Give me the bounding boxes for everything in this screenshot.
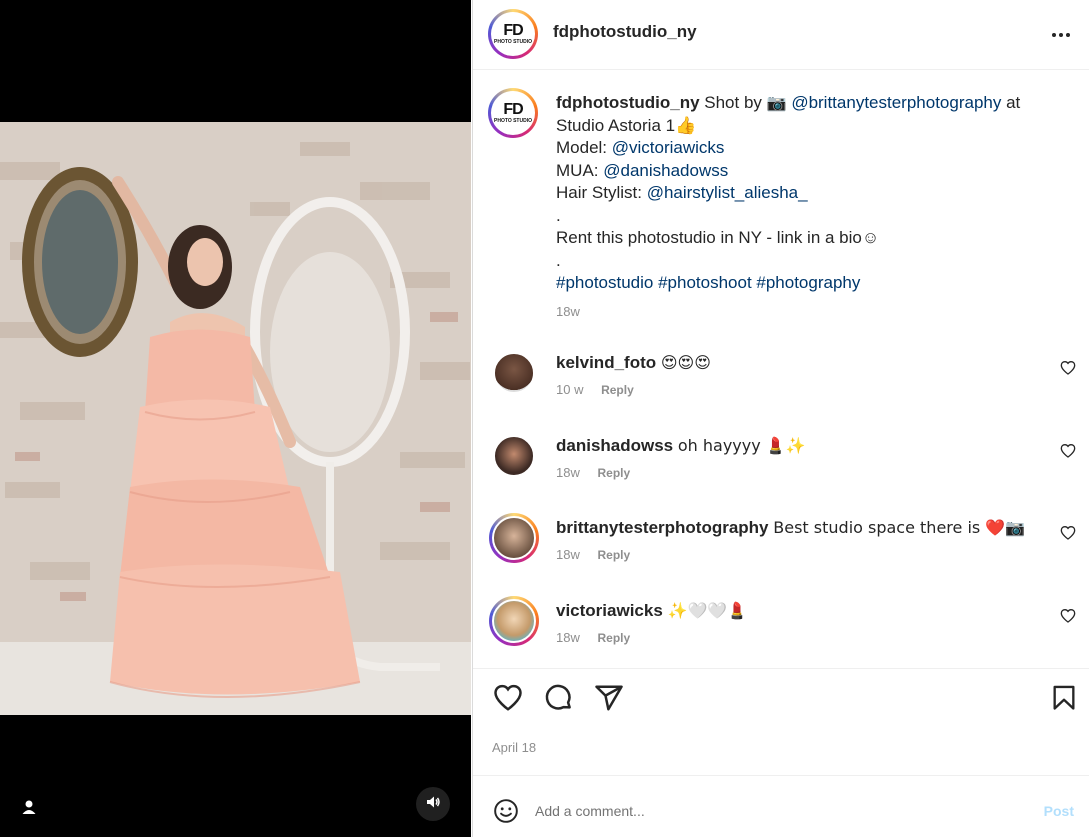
- comment-item: brittanytesterphotography Best studio sp…: [489, 513, 1078, 577]
- comment-timestamp[interactable]: 10 w: [556, 382, 583, 397]
- comment-meta: 10 w Reply: [556, 382, 634, 397]
- reply-button[interactable]: Reply: [601, 383, 634, 397]
- reply-button[interactable]: Reply: [597, 631, 630, 645]
- comment-username[interactable]: danishadowss: [556, 436, 673, 455]
- media-viewer[interactable]: [0, 0, 471, 837]
- comment-composer: Post: [473, 776, 1089, 837]
- comment-username[interactable]: brittanytesterphotography: [556, 518, 769, 537]
- avatar[interactable]: [489, 596, 539, 646]
- comment-text: danishadowss oh hayyyy 💄✨: [556, 435, 806, 457]
- heart-icon[interactable]: [1060, 525, 1078, 543]
- comment-item: kelvind_foto 😍😍😍 10 w Reply: [493, 352, 1078, 412]
- comment-icon: [544, 683, 574, 718]
- comment-text: victoriawicks ✨🤍🤍💄: [556, 600, 747, 622]
- caption-text: fdphotostudio_ny Shot by 📷 @brittanytest…: [556, 92, 1066, 295]
- comment-body: oh hayyyy 💄✨: [677, 436, 806, 455]
- more-options-icon: [1051, 33, 1072, 37]
- mention-link[interactable]: @victoriawicks: [612, 138, 725, 157]
- share-icon: [594, 683, 624, 718]
- comment-timestamp[interactable]: 18w: [556, 630, 580, 645]
- caption-line: Studio Astoria 1👍: [556, 115, 697, 135]
- avatar[interactable]: [493, 435, 535, 477]
- avatar[interactable]: [493, 352, 535, 394]
- divider: [473, 668, 1089, 669]
- bookmark-icon: [1050, 684, 1078, 717]
- photo-illustration: [0, 122, 471, 715]
- comment-text: brittanytesterphotography Best studio sp…: [556, 517, 1025, 539]
- mention-link[interactable]: @hairstylist_aliesha_: [647, 183, 808, 202]
- post-photo[interactable]: [0, 122, 471, 715]
- model-label: Model:: [556, 138, 608, 157]
- action-bar: [473, 682, 1089, 722]
- share-button[interactable]: [591, 682, 627, 718]
- caption-line: .: [556, 250, 561, 270]
- comment-meta: 18w Reply: [556, 630, 630, 645]
- hashtags[interactable]: #photostudio #photoshoot #photography: [556, 272, 1066, 295]
- post-date[interactable]: April 18: [492, 740, 536, 755]
- comment-meta: 18w Reply: [556, 547, 630, 562]
- logo-subtext: PHOTO STUDIO: [494, 39, 532, 45]
- caption-suffix: at: [1006, 93, 1021, 112]
- post-header: FD PHOTO STUDIO fdphotostudio_ny: [473, 0, 1089, 70]
- mention-link[interactable]: @brittanytesterphotography: [791, 93, 1001, 112]
- caption-username[interactable]: fdphotostudio_ny: [556, 93, 700, 112]
- comment-username[interactable]: kelvind_foto: [556, 353, 656, 372]
- logo-text: FD: [503, 22, 523, 39]
- mua-label: MUA:: [556, 160, 599, 180]
- more-options-button[interactable]: [1048, 23, 1074, 47]
- caption-prefix: Shot by: [704, 93, 762, 112]
- comment-item: danishadowss oh hayyyy 💄✨ 18w Reply: [493, 435, 1078, 495]
- heart-icon[interactable]: [1060, 360, 1078, 378]
- reply-button[interactable]: Reply: [597, 466, 630, 480]
- comment-item: victoriawicks ✨🤍🤍💄 18w Reply: [489, 596, 1078, 660]
- logo-text: FD: [503, 101, 523, 118]
- heart-icon: [493, 683, 523, 718]
- camera-emoji: 📷: [766, 93, 787, 112]
- post-comment-button[interactable]: Post: [1044, 803, 1074, 819]
- comment-timestamp[interactable]: 18w: [556, 465, 580, 480]
- comment-username[interactable]: victoriawicks: [556, 601, 663, 620]
- caption-line: Rent this photostudio in NY - link in a …: [556, 228, 880, 247]
- hair-label: Hair Stylist:: [556, 183, 642, 202]
- comment-body: ✨🤍🤍💄: [667, 601, 748, 620]
- heart-icon[interactable]: [1060, 443, 1078, 461]
- comment-meta: 18w Reply: [556, 465, 630, 480]
- avatar[interactable]: [489, 513, 539, 563]
- comment-button[interactable]: [541, 682, 577, 718]
- speaker-icon: [425, 794, 441, 815]
- post-panel: FD PHOTO STUDIO fdphotostudio_ny FD PHOT…: [472, 0, 1089, 837]
- user-tag-button[interactable]: [12, 792, 46, 826]
- mention-link[interactable]: @danishadowss: [603, 161, 728, 180]
- caption-line: .: [556, 205, 561, 225]
- reply-button[interactable]: Reply: [597, 548, 630, 562]
- comment-text: kelvind_foto 😍😍😍: [556, 352, 711, 374]
- sound-toggle-button[interactable]: [416, 787, 450, 821]
- caption-avatar[interactable]: FD PHOTO STUDIO: [488, 88, 538, 138]
- caption-timestamp[interactable]: 18w: [556, 304, 580, 319]
- comment-body: 😍😍😍: [660, 353, 711, 372]
- heart-icon[interactable]: [1060, 608, 1078, 626]
- profile-avatar[interactable]: FD PHOTO STUDIO: [488, 9, 538, 59]
- emoji-icon[interactable]: [493, 798, 519, 824]
- comment-body: Best studio space there is ❤️📷: [773, 518, 1026, 537]
- like-button[interactable]: [490, 682, 526, 718]
- header-username[interactable]: fdphotostudio_ny: [553, 22, 697, 42]
- comment-timestamp[interactable]: 18w: [556, 547, 580, 562]
- comment-input[interactable]: [535, 798, 1015, 824]
- save-button[interactable]: [1046, 682, 1082, 718]
- user-tag-icon: [21, 799, 37, 820]
- logo-subtext: PHOTO STUDIO: [494, 118, 532, 124]
